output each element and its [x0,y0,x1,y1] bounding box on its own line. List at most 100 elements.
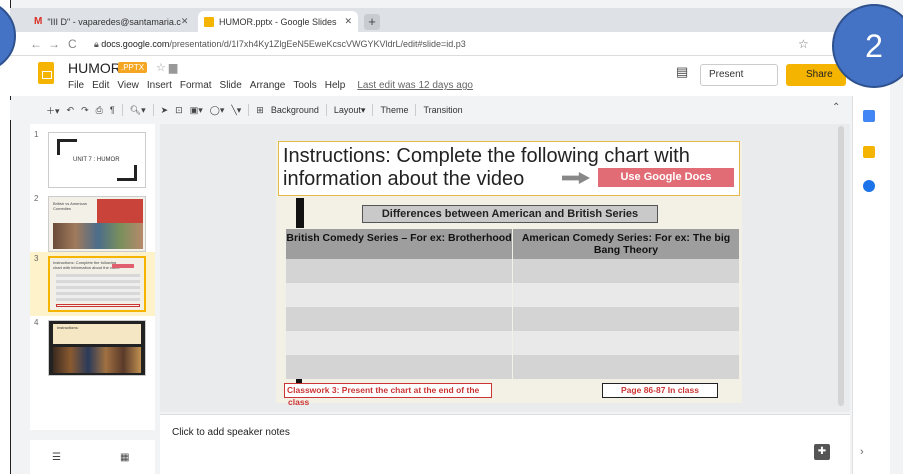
divider [372,104,374,116]
transition-button[interactable]: Transition [423,105,462,115]
divider [248,104,250,116]
tab-gmail[interactable]: M "III D" - vaparedes@santamaria.c ✕ [28,11,194,32]
table-row[interactable] [286,307,740,331]
image-icon[interactable]: ▣▾ [190,105,203,116]
tab-slides[interactable]: HUMOR.pptx - Google Slides ✕ [198,11,358,32]
table-cell[interactable] [513,307,740,331]
tasks-icon[interactable] [863,180,875,192]
present-button[interactable]: Present [700,64,791,86]
print-icon[interactable]: ⎙ [96,105,103,116]
divider [415,104,417,116]
select-icon[interactable]: ➤ [161,105,169,116]
file-type-badge: .PPTX [118,62,148,73]
thumb-title: UNIT 7 : HUMOR [73,157,120,163]
undo-icon[interactable]: ↶ [67,105,75,116]
comparison-table[interactable]: British Comedy Series – For ex: Brotherh… [286,229,740,379]
menu-arrange[interactable]: Arrange [250,80,286,91]
menu-edit[interactable]: Edit [92,80,109,91]
table-cell[interactable] [286,259,513,283]
divider [152,104,154,116]
decoration [57,139,77,155]
table-row[interactable] [286,259,740,283]
page-box[interactable]: Page 86-87 In class [602,383,718,398]
table-cell[interactable] [513,283,740,307]
calendar-icon[interactable] [863,110,875,122]
table-cell[interactable] [513,355,740,379]
table-cell[interactable] [286,355,513,379]
menu-tools[interactable]: Tools [293,80,316,91]
slides-icon [204,16,214,27]
editing-toolbar: ＋▾ ↶ ↷ ⎙ ¶ 🔍︎▾ ➤ ⊡ ▣▾ ◯▾ ╲▾ ⊞ Background… [10,100,860,120]
menu-view[interactable]: View [117,80,139,91]
close-icon[interactable]: ✕ [344,16,352,27]
table-header: British Comedy Series – For ex: Brotherh… [286,229,740,259]
thumb-image [53,223,143,249]
line-icon[interactable]: ╲▾ [231,105,241,116]
grid-view-icon[interactable]: ▦ [120,452,129,463]
reload-icon[interactable]: C [68,37,77,51]
layout-button[interactable]: Layout▾ [334,105,366,116]
address-bar-row: ← → C 🔒︎ docs.google.com/presentation/d/… [10,32,890,56]
thumb-image [53,347,141,373]
menu-format[interactable]: Format [180,80,212,91]
theme-button[interactable]: Theme [380,105,408,115]
url-path: /presentation/d/1I7xh4Ky1ZlgEeN5EweKcscV… [169,39,466,49]
current-slide[interactable]: Instructions: Complete the following cha… [276,141,742,407]
slide-thumbnail: UNIT 7 : HUMOR [48,132,146,188]
use-google-docs-button[interactable]: Use Google Docs [598,168,734,187]
menu-file[interactable]: File [68,80,84,91]
tab-label: HUMOR.pptx - Google Slides [219,16,337,27]
keep-icon[interactable] [863,146,875,158]
redo-icon[interactable]: ↷ [81,105,89,116]
expand-panel-icon[interactable]: › [860,446,864,458]
menu-slide[interactable]: Slide [220,80,242,91]
menu-help[interactable]: Help [325,80,346,91]
thumb-title: British vs American Comedies [53,201,88,211]
paint-format-icon[interactable]: ¶ [110,105,115,115]
textbox-icon[interactable]: ⊡ [175,105,183,116]
slides-logo-icon[interactable] [38,62,54,84]
table-cell[interactable] [286,331,513,355]
table-cell[interactable] [513,331,740,355]
slide-thumb-2[interactable]: 2 British vs American Comedies [30,192,155,256]
header-british: British Comedy Series – For ex: Brotherh… [286,229,513,259]
zoom-icon[interactable]: 🔍︎▾ [130,105,146,116]
tab-bar: M "III D" - vaparedes@santamaria.c ✕ HUM… [10,8,890,32]
explore-button[interactable]: ✚ [814,444,830,460]
url-field[interactable]: 🔒︎ docs.google.com/presentation/d/1I7xh4… [94,35,804,53]
comments-icon[interactable]: ▤ [676,64,688,80]
background-button[interactable]: Background [271,105,319,115]
new-slide-icon[interactable]: ＋▾ [46,104,60,117]
table-cell[interactable] [286,283,513,307]
forward-icon[interactable]: → [48,37,60,51]
shape-icon[interactable]: ◯▾ [210,105,225,116]
canvas-scrollbar[interactable] [838,126,844,406]
document-title[interactable]: HUMOR [68,60,121,76]
comment-add-icon[interactable]: ⊞ [256,105,264,116]
table-row[interactable] [286,283,740,307]
decoration [117,165,137,181]
new-tab-button[interactable]: + [364,14,380,30]
table-cell[interactable] [513,259,740,283]
side-panel [852,96,890,474]
collapse-menu-icon[interactable]: ⌃ [832,102,840,113]
menu-insert[interactable]: Insert [147,80,172,91]
list-view-icon[interactable]: ☰ [52,452,61,463]
bookmark-star-icon[interactable]: ☆ [798,37,809,51]
classwork-box[interactable]: Classwork 3: Present the chart at the en… [284,383,492,398]
table-row[interactable] [286,331,740,355]
back-icon[interactable]: ← [30,37,42,51]
slide-thumb-1[interactable]: 1 UNIT 7 : HUMOR [30,128,155,192]
close-icon[interactable]: ✕ [181,16,189,27]
slide-thumb-3[interactable]: 3 Instructions: Complete the following c… [30,252,155,316]
slide-thumb-4[interactable]: 4 Instructions: [30,316,155,380]
star-folder-icons[interactable]: ☆ ▆ [156,61,177,74]
slide-thumbnail: Instructions: [48,320,146,376]
table-row[interactable] [286,355,740,379]
thumb-button [112,264,134,268]
last-edit-link[interactable]: Last edit was 12 days ago [357,80,473,91]
speaker-notes[interactable]: Click to add speaker notes [160,414,850,474]
decorative-bar [296,198,304,228]
table-cell[interactable] [286,307,513,331]
thumb-table [56,274,140,302]
